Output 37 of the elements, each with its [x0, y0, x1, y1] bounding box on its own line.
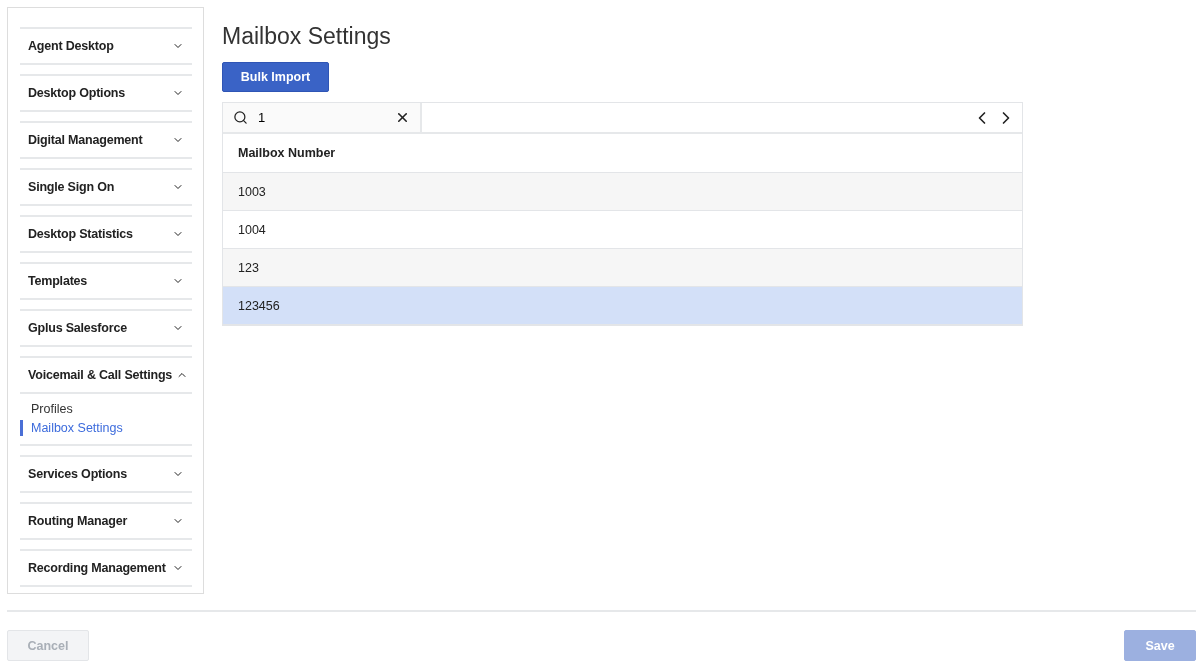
section-label: Agent Desktop	[28, 39, 114, 53]
sidebar-section-header[interactable]: Gplus Salesforce	[20, 309, 192, 347]
table-row[interactable]: 123456	[223, 287, 1022, 325]
table-cell: 123	[238, 260, 259, 275]
sidebar-section-header[interactable]: Agent Desktop	[20, 27, 192, 65]
section-label: Single Sign On	[28, 180, 115, 194]
sidebar-section-header[interactable]: Routing Manager	[20, 502, 192, 540]
bulk-import-button[interactable]: Bulk Import	[222, 62, 329, 92]
table-cell: 1003	[238, 184, 266, 199]
sidebar-section-header[interactable]: Recording Management	[20, 549, 192, 587]
page-title: Mailbox Settings	[222, 23, 392, 50]
table-row[interactable]: 1003	[223, 173, 1022, 211]
sidebar-section-header[interactable]: Templates	[20, 262, 192, 300]
table-cell: 123456	[238, 298, 280, 313]
section-label: Gplus Salesforce	[28, 321, 127, 335]
search-input[interactable]: 1	[256, 109, 387, 126]
search-icon	[233, 110, 248, 125]
section-label: Desktop Statistics	[28, 227, 133, 241]
search-field[interactable]: 1	[223, 103, 422, 132]
section-label: Templates	[28, 274, 88, 288]
sidebar-section-header[interactable]: Desktop Options	[20, 74, 192, 112]
clear-icon[interactable]	[395, 110, 410, 125]
table-row[interactable]: 123	[223, 249, 1022, 287]
sidebar-section-header[interactable]: Digital Management	[20, 121, 192, 159]
section-label: Desktop Options	[28, 86, 125, 100]
sidebar-item[interactable]: Profiles	[20, 401, 73, 417]
sidebar-section-header[interactable]: Voicemail & Call Settings	[20, 356, 192, 394]
sidebar-item[interactable]: Mailbox Settings	[20, 420, 123, 436]
sidebar-section-header[interactable]: Desktop Statistics	[20, 215, 192, 253]
section-label: Digital Management	[28, 133, 143, 147]
section-label: Recording Management	[28, 561, 166, 575]
sidebar-section-header[interactable]: Services Options	[20, 455, 192, 493]
section-label: Routing Manager	[28, 514, 128, 528]
sidebar-section-header[interactable]: Single Sign On	[20, 168, 192, 206]
section-label: Voicemail & Call Settings	[28, 368, 173, 382]
table-cell: 1004	[238, 222, 266, 237]
section-label: Services Options	[28, 467, 127, 481]
